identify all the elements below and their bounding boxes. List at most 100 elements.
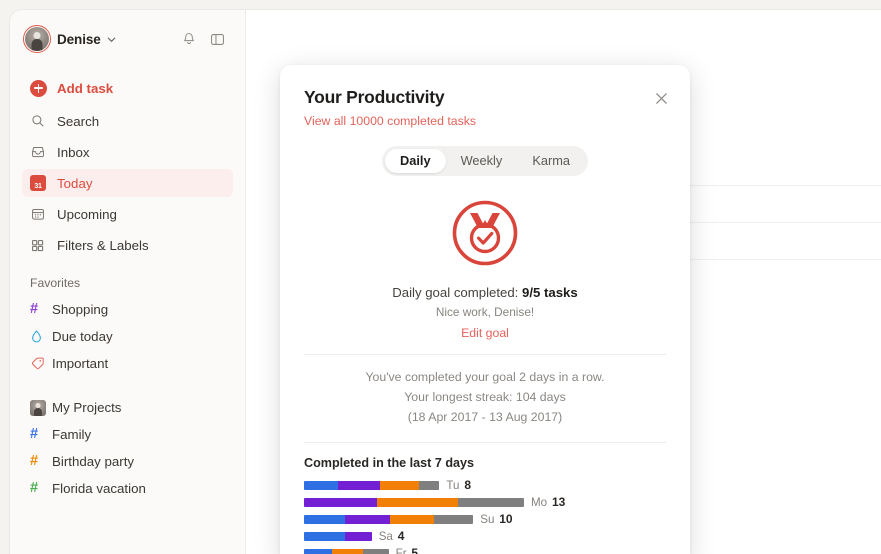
- hash-icon: #: [30, 480, 39, 497]
- sidebar-item-today[interactable]: 31 Today: [22, 169, 233, 197]
- sidebar-item-due-today[interactable]: Due today: [22, 323, 233, 350]
- sidebar-item-family[interactable]: # Family: [22, 421, 233, 448]
- streak-info: You've completed your goal 2 days in a r…: [280, 368, 690, 428]
- chart-bar-row: Tu 8: [304, 477, 666, 494]
- daily-goal-prefix: Daily goal completed:: [392, 285, 522, 301]
- chart-bar-day: Mo: [531, 496, 548, 510]
- sidebar-item-label: Family: [52, 427, 92, 442]
- chart-bar-segment: [344, 514, 391, 524]
- chart-bar-segment: [362, 548, 389, 554]
- chart-bar-value: 5: [408, 546, 419, 554]
- chart-bar-segment: [304, 531, 346, 541]
- sidebar-item-inbox[interactable]: Inbox: [22, 138, 233, 166]
- edit-goal-link[interactable]: Edit goal: [280, 326, 690, 340]
- chart-bar-segment: [419, 480, 440, 490]
- hash-icon: #: [30, 426, 39, 443]
- chart-bar-segment: [380, 480, 420, 490]
- weekly-completion-chart: Tu 8Mo 13Su 10Sa 4Fr 5Th 9We 12: [280, 477, 690, 554]
- chart-bar-label: Fr 5: [396, 546, 418, 554]
- sidebar-item-label: Upcoming: [57, 206, 117, 222]
- chart-bar-label: Sa 4: [379, 529, 405, 543]
- sidebar-item-birthday-party[interactable]: # Birthday party: [22, 448, 233, 475]
- sidebar-item-florida-vacation[interactable]: # Florida vacation: [22, 475, 233, 502]
- tab-daily[interactable]: Daily: [384, 149, 446, 174]
- chart-bar-segment: [304, 497, 377, 507]
- chart-bar-segment: [376, 497, 458, 507]
- notifications-bell-icon[interactable]: [176, 26, 202, 52]
- chart-bar-value: 13: [548, 495, 566, 510]
- tab-karma[interactable]: Karma: [517, 149, 585, 173]
- sidebar-item-label: Florida vacation: [52, 481, 146, 496]
- divider: [304, 441, 666, 443]
- plus-circle-icon: [30, 79, 51, 97]
- sidebar-item-important[interactable]: Important: [22, 350, 233, 377]
- chart-bar-segment: [304, 514, 345, 524]
- sidebar-item-search[interactable]: Search: [22, 107, 233, 135]
- chart-bar: [304, 480, 440, 490]
- chart-bar-day: Sa: [378, 530, 393, 544]
- sidebar-item-label: Filters & Labels: [57, 237, 149, 253]
- sidebar-item-label: Important: [52, 356, 109, 371]
- chart-bar-row: Fr 5: [304, 545, 666, 554]
- encouragement-text: Nice work, Denise!: [435, 305, 535, 320]
- app-window: Denise Add task Search Inbox 31 Today Up…: [10, 10, 881, 554]
- dialog-header: Your Productivity View all 10000 complet…: [280, 65, 690, 128]
- dialog-tabs: Daily Weekly Karma: [280, 146, 690, 177]
- chart-bar-segment: [390, 514, 435, 524]
- sidebar-item-label: Birthday party: [52, 454, 135, 469]
- sidebar-header: Denise: [22, 15, 233, 63]
- divider: [304, 354, 666, 356]
- tag-icon: [30, 356, 52, 371]
- sidebar-item-label: Due today: [52, 329, 113, 344]
- project-avatar-icon: [30, 399, 52, 416]
- sidebar-item-label: Today: [57, 175, 93, 191]
- productivity-dialog: Your Productivity View all 10000 complet…: [280, 65, 690, 554]
- chart-bar-day: Tu: [446, 479, 460, 493]
- chart-bar-row: Sa 4: [304, 528, 666, 545]
- chart-title: Completed in the last 7 days: [304, 455, 475, 470]
- avatar[interactable]: [23, 25, 51, 53]
- sidebar-item-label: Shopping: [52, 302, 109, 317]
- chart-bar: [304, 531, 372, 541]
- calendar-today-icon: 31: [30, 175, 51, 191]
- sidebar: Denise Add task Search Inbox 31 Today Up…: [10, 10, 246, 554]
- sidebar-item-label: Add task: [57, 80, 114, 96]
- chart-bar-row: Su 10: [304, 511, 666, 528]
- streak-date-range: (18 Apr 2017 - 13 Aug 2017): [407, 409, 563, 424]
- chart-bar-label: Su 10: [480, 512, 512, 526]
- view-all-completed-tasks-link[interactable]: View all 10000 completed tasks: [304, 114, 666, 128]
- chart-bar: [304, 497, 524, 507]
- chart-bar-label: Mo 13: [531, 495, 565, 509]
- sidebar-toggle-icon[interactable]: [204, 26, 230, 52]
- sidebar-item-my-projects[interactable]: My Projects: [22, 394, 233, 421]
- chart-bar-segment: [304, 480, 338, 490]
- chevron-down-icon[interactable]: [106, 34, 117, 45]
- daily-goal-status: Daily goal completed: 9/5 tasks: [280, 285, 690, 300]
- chart-bar-label: Tu 8: [446, 478, 471, 492]
- sidebar-item-shopping[interactable]: # Shopping: [22, 296, 233, 323]
- chart-bar-day: Su: [480, 513, 495, 527]
- medal-check-icon: [280, 198, 690, 268]
- chart-bar-value: 10: [495, 512, 513, 527]
- inbox-icon: [30, 144, 51, 160]
- sidebar-item-upcoming[interactable]: Upcoming: [22, 200, 233, 228]
- daily-goal-value: 9/5 tasks: [522, 285, 578, 301]
- sidebar-item-add-task[interactable]: Add task: [22, 73, 233, 103]
- close-icon[interactable]: [648, 85, 674, 111]
- sidebar-item-label: Search: [57, 113, 100, 129]
- grid-filters-icon: [30, 238, 51, 253]
- page-title: Your Productivity: [304, 87, 445, 107]
- chart-bar-segment: [457, 497, 524, 507]
- droplet-icon: [30, 329, 52, 344]
- chart-bar: [304, 548, 389, 554]
- app-root: Denise Add task Search Inbox 31 Today Up…: [0, 0, 881, 554]
- chart-bar-value: 4: [394, 529, 405, 544]
- streak-current: You've completed your goal 2 days in a r…: [365, 370, 605, 385]
- search-icon: [30, 113, 51, 129]
- user-name[interactable]: Denise: [57, 32, 101, 47]
- tab-weekly[interactable]: Weekly: [446, 149, 518, 173]
- chart-bar-segment: [337, 480, 381, 490]
- chart-bar-segment: [345, 531, 372, 541]
- sidebar-item-filters-labels[interactable]: Filters & Labels: [22, 231, 233, 259]
- calendar-icon: [30, 206, 51, 222]
